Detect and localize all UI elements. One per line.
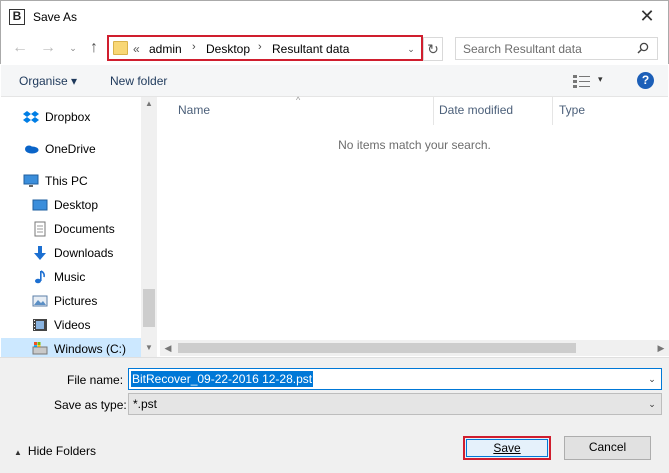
save-button-label: Save: [493, 441, 521, 455]
sidebar-item-music[interactable]: Music: [32, 266, 85, 288]
breadcrumb-resultant-data[interactable]: Resultant data: [272, 42, 349, 56]
address-bar[interactable]: « admin › Desktop › Resultant data: [107, 35, 423, 61]
sidebar-item-windows-c[interactable]: Windows (C:): [1, 338, 141, 357]
column-divider[interactable]: [552, 97, 553, 125]
sidebar-item-label: Windows (C:): [54, 342, 127, 356]
search-icon[interactable]: [637, 42, 649, 54]
file-list-horizontal-scrollbar[interactable]: ◀ ▶: [160, 340, 669, 356]
navigation-pane: Dropbox OneDrive This PC Desktop Documen…: [1, 97, 156, 357]
column-divider[interactable]: [433, 97, 434, 125]
sidebar-item-label: This PC: [45, 174, 88, 188]
sidebar-item-downloads[interactable]: Downloads: [32, 242, 113, 264]
address-dropdown-icon[interactable]: ⌄: [402, 39, 420, 59]
forward-arrow-icon[interactable]: →: [39, 38, 57, 58]
app-icon: B: [9, 9, 25, 25]
sort-indicator-icon: ^: [296, 95, 301, 105]
sidebar-item-documents[interactable]: Documents: [32, 218, 115, 240]
save-as-type-value: *.pst: [133, 397, 158, 411]
sidebar-item-this-pc[interactable]: This PC: [23, 170, 88, 192]
view-dropdown-icon[interactable]: ▾: [598, 74, 603, 85]
search-placeholder: Search Resultant data: [463, 42, 582, 56]
file-list-pane: ^ Name Date modified Type No items match…: [160, 95, 669, 357]
sidebar-item-label: Dropbox: [45, 110, 91, 124]
help-icon[interactable]: ?: [637, 72, 654, 89]
sidebar-item-label: Documents: [54, 222, 115, 236]
file-name-label: File name:: [67, 373, 124, 387]
recent-locations-dropdown-icon[interactable]: ⌄: [67, 38, 79, 58]
file-name-field[interactable]: BitRecover_09-22-2016 12-28.pst ⌄: [128, 368, 662, 390]
column-header-date-modified[interactable]: Date modified: [439, 103, 513, 117]
save-button[interactable]: Save: [463, 436, 551, 460]
search-input[interactable]: Search Resultant data: [455, 37, 658, 60]
save-as-type-label: Save as type:: [54, 398, 127, 412]
breadcrumb-admin[interactable]: admin: [149, 42, 182, 56]
breadcrumb-separator[interactable]: ›: [192, 41, 196, 53]
save-form: File name: BitRecover_09-22-2016 12-28.p…: [0, 357, 669, 473]
chevron-up-icon: ▲: [14, 448, 22, 457]
scroll-up-icon[interactable]: ▲: [141, 97, 157, 111]
onedrive-icon: [25, 145, 39, 154]
scroll-left-icon[interactable]: ◀: [160, 340, 176, 356]
scroll-right-icon[interactable]: ▶: [653, 340, 669, 356]
cancel-button[interactable]: Cancel: [564, 436, 651, 460]
hide-folders-label: Hide Folders: [27, 444, 96, 458]
column-header-type[interactable]: Type: [559, 103, 585, 117]
downloads-icon: [34, 246, 46, 260]
column-header-name[interactable]: Name: [178, 103, 210, 117]
scrollbar-thumb[interactable]: [143, 289, 155, 327]
save-as-type-select[interactable]: *.pst ⌄: [128, 393, 662, 415]
sidebar-item-videos[interactable]: Videos: [32, 314, 90, 336]
breadcrumb-desktop[interactable]: Desktop: [206, 42, 250, 56]
sidebar-item-label: Downloads: [54, 246, 114, 260]
sidebar-item-label: Videos: [54, 318, 91, 332]
close-icon[interactable]: ✕: [636, 5, 658, 27]
sidebar-item-dropbox[interactable]: Dropbox: [23, 106, 90, 128]
desktop-icon: [32, 199, 48, 211]
sidebar-item-label: OneDrive: [45, 142, 96, 156]
file-name-value: BitRecover_09-22-2016 12-28.pst: [131, 371, 314, 387]
empty-message: No items match your search.: [338, 138, 491, 152]
videos-icon: [33, 319, 47, 331]
breadcrumb-separator[interactable]: ›: [258, 41, 262, 53]
hide-folders-button[interactable]: ▲ Hide Folders: [14, 444, 96, 458]
save-as-type-dropdown-icon[interactable]: ⌄: [645, 397, 659, 411]
up-arrow-icon[interactable]: ↑: [85, 38, 103, 58]
sidebar-item-label: Music: [54, 270, 86, 284]
folder-icon: [113, 41, 128, 55]
dropbox-icon: [23, 111, 39, 123]
navigation-pane-scrollbar[interactable]: ▲ ▼: [141, 97, 157, 357]
refresh-icon[interactable]: ↻: [423, 37, 443, 61]
sidebar-item-label: Desktop: [54, 198, 99, 212]
drive-icon: [32, 342, 48, 355]
sidebar-item-pictures[interactable]: Pictures: [32, 290, 97, 312]
file-name-dropdown-icon[interactable]: ⌄: [645, 372, 659, 386]
new-folder-button[interactable]: New folder: [110, 74, 167, 88]
sidebar-item-label: Pictures: [54, 294, 98, 308]
music-icon: [35, 270, 45, 284]
breadcrumb-overflow[interactable]: «: [133, 42, 140, 56]
pictures-icon: [32, 295, 48, 307]
sidebar-item-desktop[interactable]: Desktop: [32, 194, 98, 216]
command-bar: Organise ▾ New folder ▾ ?: [1, 65, 668, 97]
pc-icon: [23, 174, 39, 187]
scrollbar-thumb[interactable]: [178, 343, 576, 353]
title-bar: B Save As ✕: [0, 0, 669, 32]
window-title: Save As: [33, 10, 78, 24]
sidebar-item-onedrive[interactable]: OneDrive: [23, 138, 96, 160]
documents-icon: [34, 221, 46, 237]
scroll-down-icon[interactable]: ▼: [141, 341, 157, 355]
organise-button[interactable]: Organise ▾: [19, 74, 77, 88]
back-arrow-icon[interactable]: ←: [11, 38, 29, 58]
view-options-icon[interactable]: [573, 74, 591, 88]
